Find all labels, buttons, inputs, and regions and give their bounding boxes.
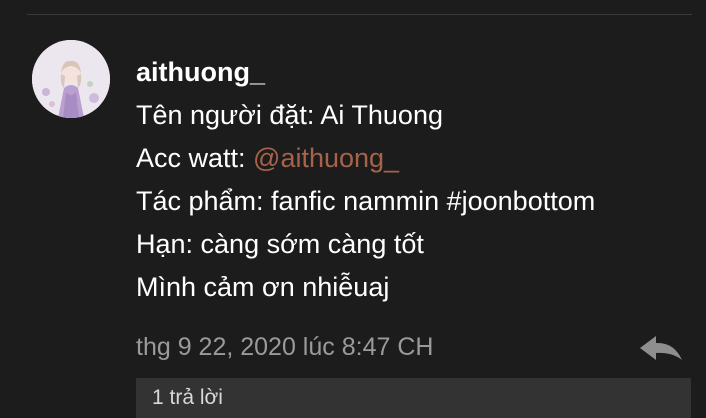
comment-line-deadline: Hạn: càng sớm càng tốt (136, 229, 424, 259)
comment-line-account: Acc watt: @aithuong_ (136, 137, 686, 180)
avatar[interactable] (32, 40, 110, 118)
user-mention-link[interactable]: @aithuong_ (253, 143, 399, 173)
reply-arrow-graphic (640, 336, 682, 360)
comment-line-name: Tên người đặt: Ai Thuong (136, 100, 443, 130)
view-replies-button[interactable]: 1 trả lời (136, 378, 691, 418)
comment-line-work: Tác phẩm: fanfic nammin #joonbottom (136, 186, 596, 216)
comment-body: aithuong_ Tên người đặt: Ai Thuong Acc w… (136, 52, 686, 309)
comment-timestamp: thg 9 22, 2020 lúc 8:47 CH (136, 333, 434, 361)
avatar-illustration (32, 40, 110, 118)
comment-line-thanks: Mình cảm ơn nhiễuaj (136, 272, 390, 302)
reply-arrow-icon[interactable] (636, 332, 686, 366)
account-label: Acc watt: (136, 143, 254, 173)
top-divider (27, 14, 692, 15)
comment-username[interactable]: aithuong_ (136, 52, 686, 92)
